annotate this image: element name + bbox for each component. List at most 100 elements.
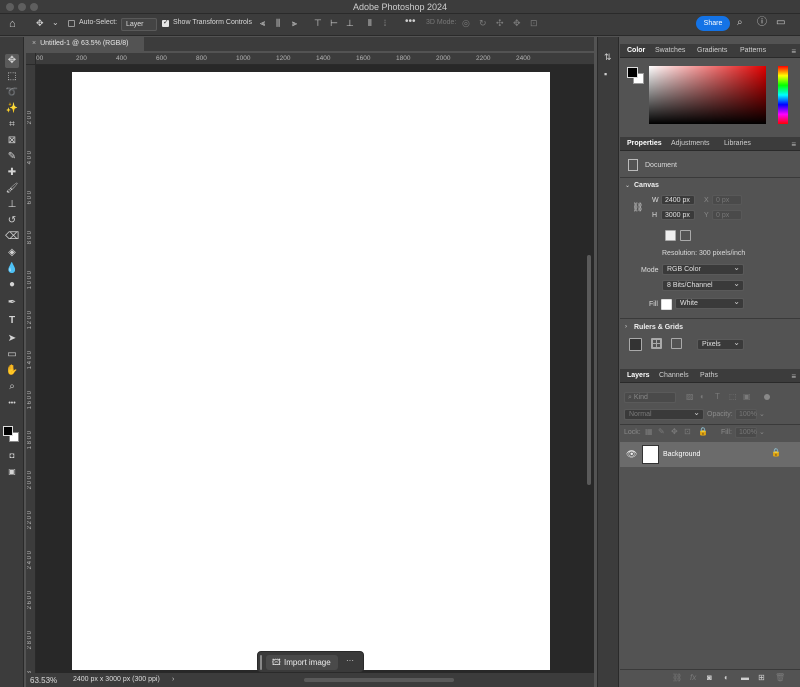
import-image-button[interactable]: 🖾 Import image [266, 655, 338, 670]
filter-adjustment-icon[interactable]: ◐ [700, 393, 705, 401]
history-brush-tool-icon[interactable]: ↺ [5, 214, 19, 228]
horizontal-ruler[interactable]: 00 200 400 600 800 1000 1200 1400 1600 1800 2000 22… [34, 53, 594, 65]
delete-layer-icon[interactable]: 🗑 [775, 674, 785, 682]
layer-name[interactable]: Background [663, 451, 700, 458]
lock-position-icon[interactable]: ✥ [671, 428, 678, 436]
chevron-down-icon[interactable]: ⌄ [759, 410, 765, 418]
distribute-icon[interactable]: ⫴ [368, 19, 372, 28]
eraser-tool-icon[interactable]: ⌫ [5, 230, 19, 244]
tab-channels[interactable]: Channels [659, 372, 689, 379]
healing-brush-tool-icon[interactable]: ✚ [5, 166, 19, 180]
frame-tool-icon[interactable]: ⊠ [5, 134, 19, 148]
type-tool-icon[interactable]: T [5, 314, 19, 328]
filter-shape-icon[interactable]: ⬚ [729, 393, 737, 401]
fill-opacity-input[interactable]: 100% [735, 427, 757, 438]
more-tools-icon[interactable]: ••• [5, 397, 19, 411]
align-top-icon[interactable]: ⊤ [314, 19, 322, 28]
color-saturation-field[interactable] [649, 66, 766, 124]
landscape-orientation-icon[interactable] [680, 230, 691, 241]
horizontal-scrollbar-thumb[interactable] [304, 678, 454, 682]
more-options-icon[interactable]: ••• [405, 17, 416, 27]
tab-paths[interactable]: Paths [700, 372, 718, 379]
fill-dropdown[interactable]: White [675, 297, 744, 309]
fill-color-swatch[interactable] [661, 299, 672, 310]
move-tool-icon[interactable]: ✥ [36, 19, 44, 28]
lock-transparent-icon[interactable]: ▦ [645, 428, 653, 436]
workspace-icon[interactable]: ▭ [776, 18, 785, 28]
filter-toggle-icon[interactable] [764, 394, 770, 400]
canvas-workspace[interactable] [36, 65, 584, 673]
paint-bucket-tool-icon[interactable]: ◈ [5, 246, 19, 260]
screen-mode-icon[interactable]: ▣ [5, 465, 19, 479]
dodge-tool-icon[interactable]: ● [5, 278, 19, 292]
close-tab-icon[interactable]: × [32, 40, 36, 47]
zoom-tool-icon[interactable]: ⌕ [5, 380, 19, 394]
blend-mode-dropdown[interactable]: Normal [624, 408, 704, 420]
link-layers-icon[interactable]: ⛓ [672, 674, 682, 682]
hue-slider[interactable] [778, 66, 788, 124]
tab-gradients[interactable]: Gradients [697, 47, 727, 54]
rulers-grids-section-title[interactable]: Rulers & Grids [634, 324, 683, 331]
link-dimensions-icon[interactable]: ⛓ [632, 203, 643, 212]
vertical-scrollbar[interactable] [584, 65, 594, 673]
canvas-section-title[interactable]: Canvas [634, 182, 659, 189]
foreground-color-swatch[interactable] [627, 67, 638, 78]
lock-icon[interactable]: 🔒 [771, 449, 781, 457]
filter-pixel-icon[interactable]: ▨ [686, 393, 694, 401]
tab-swatches[interactable]: Swatches [655, 47, 685, 54]
tab-libraries[interactable]: Libraries [724, 140, 751, 147]
distribute-spacing-icon[interactable]: ⦙ [384, 19, 386, 28]
show-transform-checkbox[interactable] [162, 18, 169, 27]
ruler-units-dropdown[interactable]: Pixels [697, 338, 744, 350]
chevron-right-icon[interactable]: › [172, 676, 174, 683]
grid-toggle-icon[interactable] [651, 338, 662, 349]
blur-tool-icon[interactable]: 💧 [5, 262, 19, 276]
tab-properties[interactable]: Properties [627, 140, 662, 147]
comments-panel-icon[interactable]: ▪ [604, 70, 607, 79]
bit-depth-dropdown[interactable]: 8 Bits/Channel [662, 279, 744, 291]
document-canvas[interactable] [72, 72, 550, 670]
vertical-scrollbar-thumb[interactable] [587, 255, 591, 485]
align-center-icon[interactable]: ⫼ [276, 19, 280, 28]
eyedropper-tool-icon[interactable]: ✎ [5, 150, 19, 164]
lasso-tool-icon[interactable]: ➰ [5, 86, 19, 100]
color-mode-dropdown[interactable]: RGB Color [662, 263, 744, 275]
tool-preset-chevron-icon[interactable]: ⌄ [52, 19, 59, 27]
move-tool-icon[interactable]: ✥ [5, 54, 19, 68]
crop-tool-icon[interactable]: ⌗ [5, 118, 19, 132]
filter-type-icon[interactable]: T [715, 393, 720, 401]
path-selection-tool-icon[interactable]: ➤ [5, 332, 19, 346]
chevron-down-icon[interactable]: ⌄ [759, 428, 765, 436]
pen-tool-icon[interactable]: ✒ [5, 296, 19, 310]
layer-filter-search[interactable]: ⌕ Kind [624, 392, 676, 403]
drag-handle[interactable] [260, 655, 262, 670]
tab-adjustments[interactable]: Adjustments [671, 140, 710, 147]
new-group-icon[interactable]: ▬ [741, 674, 749, 682]
brush-tool-icon[interactable]: 🖌 [5, 182, 19, 196]
portrait-orientation-icon[interactable] [665, 230, 676, 241]
lock-image-icon[interactable]: ✎ [658, 428, 665, 436]
tab-color[interactable]: Color [627, 47, 645, 54]
auto-select-checkbox[interactable] [68, 20, 75, 27]
add-mask-icon[interactable]: ◙ [707, 674, 712, 682]
document-info[interactable]: 2400 px x 3000 px (300 ppi) [73, 676, 160, 683]
width-input[interactable]: 2400 px [661, 195, 695, 205]
history-panel-icon[interactable]: ⇅ [604, 53, 612, 62]
marquee-tool-icon[interactable]: ⬚ [5, 70, 19, 84]
layer-row[interactable]: 👁 Background 🔒 [620, 442, 800, 467]
align-right-icon[interactable]: ⫸ [292, 19, 297, 28]
document-tab[interactable]: × Untitled-1 @ 63.5% (RGB/8) [26, 37, 144, 51]
guides-toggle-icon[interactable] [671, 338, 682, 349]
align-left-icon[interactable]: ⫷ [260, 19, 265, 28]
new-layer-icon[interactable]: ⊞ [758, 674, 765, 682]
visibility-eye-icon[interactable]: 👁 [626, 450, 637, 459]
ruler-origin[interactable] [26, 53, 36, 65]
help-icon[interactable]: ⓘ [757, 18, 767, 28]
clone-stamp-tool-icon[interactable]: ⊥ [5, 198, 19, 212]
adjustment-layer-icon[interactable]: ◐ [724, 674, 729, 682]
tab-patterns[interactable]: Patterns [740, 47, 766, 54]
foreground-color-swatch[interactable] [3, 426, 13, 436]
search-icon[interactable]: ⌕ [737, 18, 743, 28]
chevron-down-icon[interactable]: ⌄ [625, 182, 630, 189]
magic-wand-tool-icon[interactable]: ✨ [5, 102, 19, 116]
